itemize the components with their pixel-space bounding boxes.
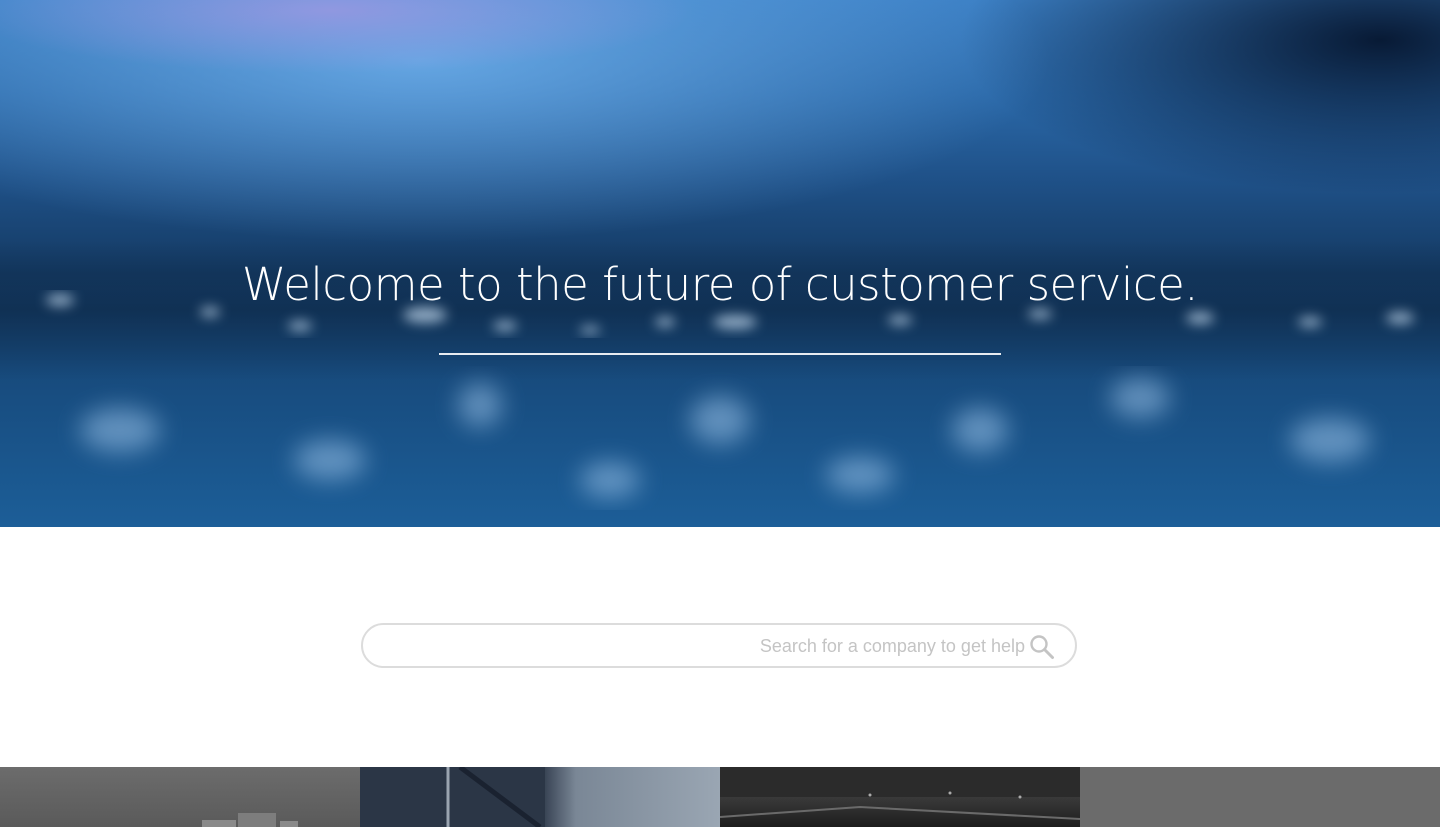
hero-banner: Welcome to the future of customer servic… (0, 0, 1440, 527)
company-search-input[interactable] (383, 625, 1027, 668)
search-icon[interactable] (1029, 634, 1055, 660)
grey-tile[interactable] (1080, 767, 1440, 827)
building-canopy-tile[interactable] (360, 767, 720, 827)
canopy-image (360, 767, 545, 827)
city-skyline-tile[interactable] (0, 767, 360, 827)
dark-ceiling-tile[interactable] (720, 767, 1080, 827)
headline-divider (439, 353, 1001, 355)
company-tiles-row (0, 767, 1440, 827)
skyline-image (202, 813, 298, 827)
ceiling-image (720, 767, 1080, 820)
company-search-bar[interactable] (361, 623, 1077, 668)
hero-headline: Welcome to the future of customer servic… (241, 258, 1199, 311)
